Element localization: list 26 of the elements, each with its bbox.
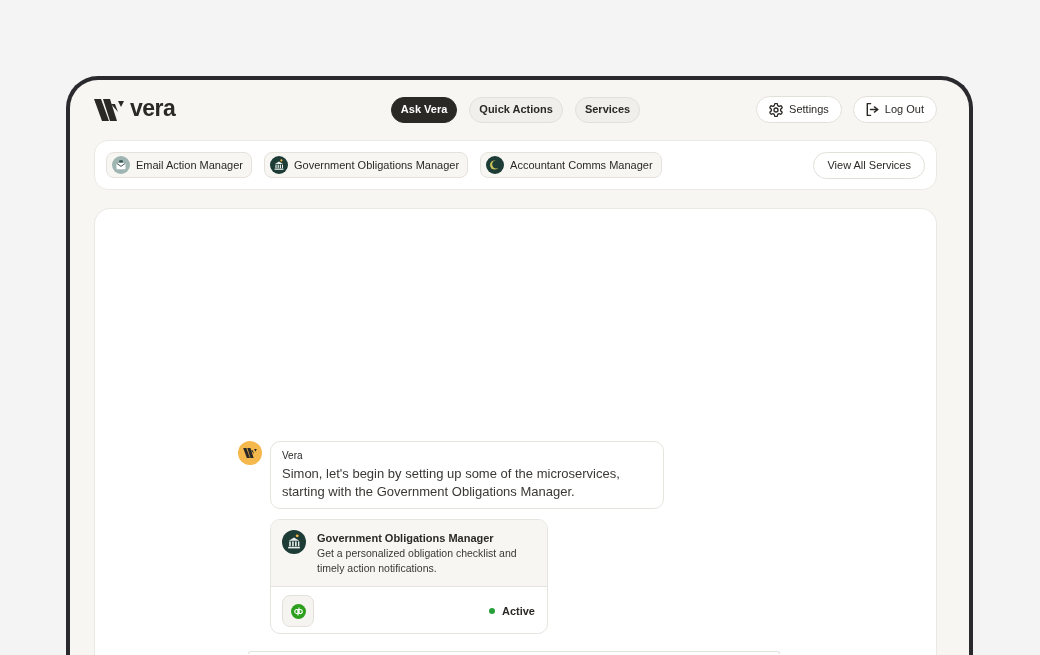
message-text: Simon, let's begin by setting up some of the microservices, starting with the Government Obligations Manager. [282,465,621,501]
message-input-field[interactable] [248,651,780,654]
service-chip[interactable]: Government Obligations Manager [264,152,469,178]
app-tile-button[interactable] [282,595,314,627]
service-description: Get a personalized obligation checklist and timely action notifications. [317,546,518,576]
service-chip[interactable]: Accountant Comms Manager [480,152,662,178]
avatar-icon [238,441,262,465]
status-label: Active [501,603,535,619]
nav-tab[interactable]: Services [574,96,641,123]
nav-tab[interactable]: Ask Vera [390,96,458,123]
building-icon [282,530,306,554]
view-all-services-button[interactable]: View All Services [813,151,925,179]
logo-mark-icon [94,98,124,121]
logout-button[interactable]: Log Out [852,96,937,123]
service-chip[interactable]: Email Action Manager [106,152,252,178]
brand-name: vera [130,96,176,120]
building-icon [270,156,288,174]
gear-icon [769,102,784,117]
envelope-icon [112,156,130,174]
crescent-icon [486,156,505,174]
settings-button[interactable]: Settings [756,96,842,123]
nav-tab[interactable]: Quick Actions [469,96,563,123]
app-logo-icon [290,603,306,619]
service-title: Government Obligations Manager [317,531,495,546]
sender-name: Vera [282,449,304,463]
logout-icon [865,103,879,116]
